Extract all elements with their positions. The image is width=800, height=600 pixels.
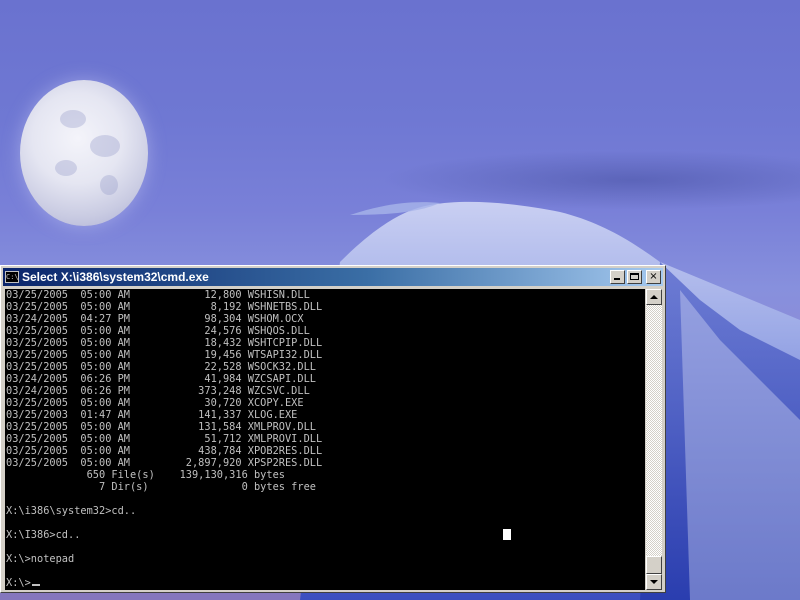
- console-line: 03/25/2005 05:00 AM 8,192 WSHNETBS.DLL: [6, 301, 323, 313]
- console-line: 7 Dir(s) 0 bytes free: [6, 481, 316, 493]
- text-cursor: [31, 584, 40, 586]
- console-line: 03/24/2005 06:26 PM 373,248 WZCSVC.DLL: [6, 385, 310, 397]
- close-icon: ×: [649, 271, 658, 282]
- console-icon[interactable]: C:\: [5, 271, 19, 283]
- scroll-down-button[interactable]: [646, 574, 662, 590]
- console-line: 03/24/2005 06:26 PM 41,984 WZCSAPI.DLL: [6, 373, 316, 385]
- arrow-down-icon: [650, 580, 658, 584]
- console-line: 03/25/2003 01:47 AM 141,337 XLOG.EXE: [6, 409, 298, 421]
- console-line: 03/25/2005 05:00 AM 2,897,920 XPSP2RES.D…: [6, 457, 323, 469]
- console-line: 03/25/2005 05:00 AM 19,456 WTSAPI32.DLL: [6, 349, 323, 361]
- scroll-thumb[interactable]: [646, 556, 662, 574]
- console-line: 03/25/2005 05:00 AM 22,528 WSOCK32.DLL: [6, 361, 316, 373]
- minimize-button[interactable]: [610, 270, 625, 284]
- title-bar[interactable]: C:\ Select X:\i386\system32\cmd.exe ×: [3, 268, 663, 286]
- selection-block: [503, 529, 511, 540]
- console-text: 03/25/2005 05:00 AM 12,800 WSHISN.DLL 03/…: [5, 289, 645, 589]
- arrow-up-icon: [650, 295, 658, 299]
- scroll-up-button[interactable]: [646, 289, 662, 305]
- console-line: 03/25/2005 05:00 AM 24,576 WSHQOS.DLL: [6, 325, 310, 337]
- console-line: 03/25/2005 05:00 AM 438,784 XPOB2RES.DLL: [6, 445, 323, 457]
- maximize-button[interactable]: [627, 270, 642, 284]
- vertical-scrollbar[interactable]: [646, 289, 662, 590]
- console-line: 03/25/2005 05:00 AM 12,800 WSHISN.DLL: [6, 289, 310, 301]
- minimize-icon: [614, 278, 620, 280]
- window-title: Select X:\i386\system32\cmd.exe: [22, 270, 209, 284]
- title-buttons: ×: [610, 270, 661, 284]
- maximize-icon: [630, 273, 639, 280]
- console-line: 03/25/2005 05:00 AM 18,432 WSHTCPIP.DLL: [6, 337, 323, 349]
- console-line: X:\I386>cd..: [6, 529, 81, 541]
- console-window: C:\ Select X:\i386\system32\cmd.exe × 03…: [0, 265, 666, 593]
- console-line: 03/24/2005 04:27 PM 98,304 WSHOM.OCX: [6, 313, 304, 325]
- console-output[interactable]: 03/25/2005 05:00 AM 12,800 WSHISN.DLL 03/…: [5, 289, 645, 590]
- close-button[interactable]: ×: [646, 270, 661, 284]
- console-line: X:\i386\system32>cd..: [6, 505, 137, 517]
- prompt-line: X:\>: [6, 577, 645, 589]
- command-prompt: X:\>: [6, 577, 31, 589]
- console-line: 650 File(s) 139,130,316 bytes: [6, 469, 285, 481]
- console-line: 03/25/2005 05:00 AM 131,584 XMLPROV.DLL: [6, 421, 316, 433]
- console-line: X:\>notepad: [6, 553, 75, 565]
- console-line: 03/25/2005 05:00 AM 51,712 XMLPROVI.DLL: [6, 433, 323, 445]
- console-line: 03/25/2005 05:00 AM 30,720 XCOPY.EXE: [6, 397, 304, 409]
